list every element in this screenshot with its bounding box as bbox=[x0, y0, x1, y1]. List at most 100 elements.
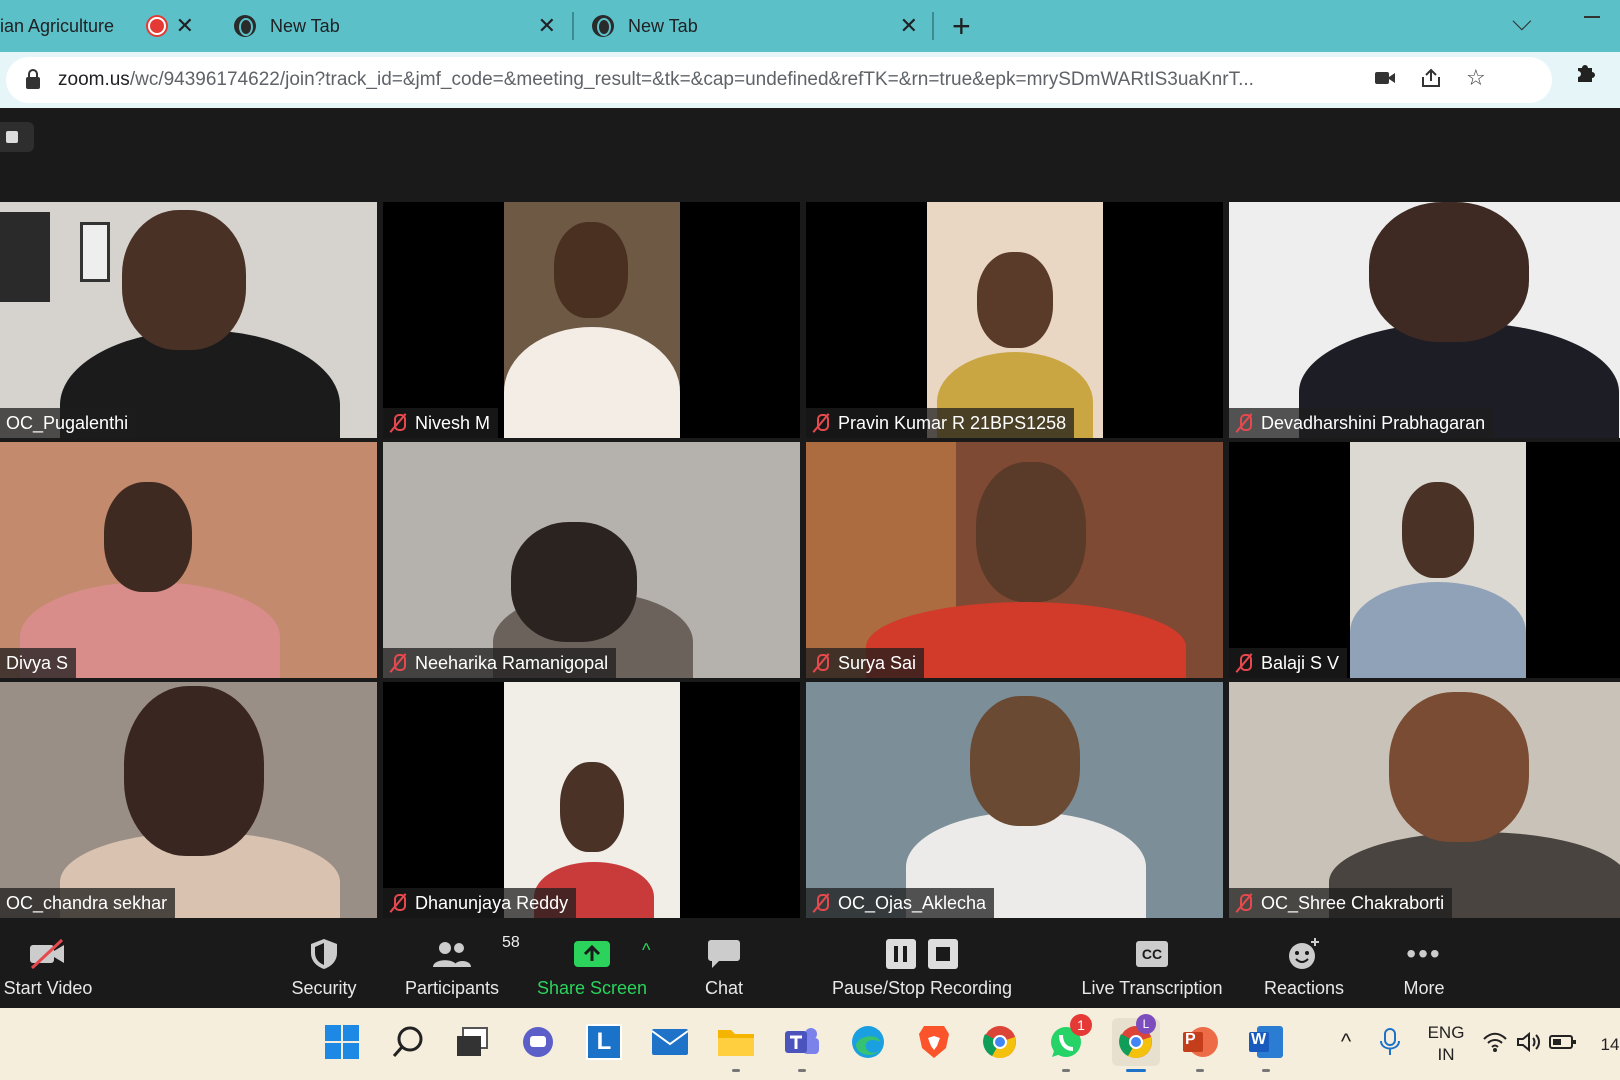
tab-close-button[interactable]: ✕ bbox=[176, 13, 194, 39]
browser-tab-bar: ian Agriculture ✕ New Tab ✕ New Tab ✕ + … bbox=[0, 0, 1620, 52]
video-off-icon bbox=[28, 932, 68, 976]
lock-icon[interactable] bbox=[26, 69, 40, 89]
tab-title: ian Agriculture bbox=[0, 15, 115, 36]
more-button[interactable]: ••• More bbox=[1376, 928, 1472, 1008]
camera-feed bbox=[1350, 442, 1526, 678]
video-tile[interactable]: Devadharshini Prabhagaran bbox=[1229, 202, 1620, 438]
battery-icon[interactable] bbox=[1548, 1022, 1578, 1062]
share-options-chevron-icon[interactable]: ^ bbox=[642, 940, 650, 961]
recording-indicator-icon bbox=[148, 17, 167, 35]
task-view-icon[interactable] bbox=[452, 1022, 492, 1062]
brave-browser-icon[interactable] bbox=[914, 1022, 954, 1062]
video-tile[interactable]: Balaji S V bbox=[1229, 442, 1620, 678]
reactions-button[interactable]: Reactions bbox=[1256, 928, 1352, 1008]
security-label: Security bbox=[291, 978, 357, 998]
pause-recording-icon[interactable] bbox=[886, 939, 916, 969]
chat-button[interactable]: Chat bbox=[676, 928, 772, 1008]
share-screen-button[interactable]: Share Screen bbox=[532, 928, 652, 1008]
chrome-profile-icon[interactable]: L bbox=[1112, 1014, 1160, 1072]
recording-controls[interactable]: Pause/Stop Recording bbox=[820, 928, 1024, 1008]
video-tile[interactable]: OC_Shree Chakraborti bbox=[1229, 682, 1620, 918]
muted-mic-icon bbox=[1235, 653, 1253, 673]
muted-mic-icon bbox=[812, 413, 830, 433]
start-video-label: Start Video bbox=[3, 978, 93, 998]
edge-browser-icon[interactable] bbox=[848, 1022, 888, 1062]
bookmark-star-icon[interactable]: ☆ bbox=[1466, 65, 1486, 91]
powerpoint-icon[interactable]: P bbox=[1180, 1022, 1220, 1072]
participants-icon bbox=[433, 942, 471, 967]
whatsapp-icon[interactable]: 1 bbox=[1046, 1014, 1092, 1072]
video-tile[interactable]: OC_Ojas_Aklecha bbox=[806, 682, 1223, 918]
participant-name: Dhanunjaya Reddy bbox=[415, 892, 569, 913]
microsoft-teams-icon[interactable] bbox=[782, 1022, 822, 1072]
teams-chat-icon[interactable] bbox=[518, 1022, 558, 1062]
extensions-puzzle-icon[interactable] bbox=[1574, 60, 1598, 91]
muted-mic-icon bbox=[389, 413, 407, 433]
clock[interactable]: 14 bbox=[1600, 1034, 1620, 1056]
video-tile[interactable]: OC_Pugalenthi bbox=[0, 202, 377, 438]
chrome-browser-icon[interactable] bbox=[980, 1022, 1020, 1062]
view-toggle-button[interactable] bbox=[0, 122, 34, 152]
running-indicator bbox=[798, 1069, 806, 1072]
participant-name: Nivesh M bbox=[415, 412, 491, 433]
participant-name: Balaji S V bbox=[1261, 652, 1340, 673]
muted-mic-icon bbox=[389, 653, 407, 673]
participants-count: 58 bbox=[502, 934, 520, 951]
stop-recording-icon[interactable] bbox=[928, 939, 958, 969]
share-screen-icon bbox=[573, 932, 611, 976]
video-tile[interactable]: Pravin Kumar R 21BPS1258 bbox=[806, 202, 1223, 438]
globe-icon bbox=[234, 15, 256, 37]
share-icon[interactable] bbox=[1420, 67, 1442, 95]
word-icon[interactable]: W bbox=[1246, 1022, 1286, 1072]
tab-new-tab-2[interactable]: New Tab ✕ bbox=[574, 0, 932, 52]
chat-bubble-icon bbox=[707, 932, 741, 976]
video-tile[interactable]: Dhanunjaya Reddy bbox=[383, 682, 800, 918]
mail-icon[interactable] bbox=[650, 1022, 690, 1062]
participant-name: Pravin Kumar R 21BPS1258 bbox=[838, 412, 1067, 433]
tab-close-button[interactable]: ✕ bbox=[900, 13, 918, 39]
tab-new-tab-1[interactable]: New Tab ✕ bbox=[212, 0, 570, 52]
camera-permission-icon[interactable] bbox=[1374, 67, 1396, 93]
windows-start-icon[interactable] bbox=[322, 1022, 362, 1062]
globe-icon bbox=[592, 15, 614, 37]
omnibox[interactable]: zoom.us/wc/94396174622/join?track_id=&jm… bbox=[6, 57, 1552, 103]
volume-icon[interactable] bbox=[1514, 1022, 1544, 1062]
url-text[interactable]: zoom.us/wc/94396174622/join?track_id=&jm… bbox=[58, 69, 1418, 91]
wifi-icon[interactable] bbox=[1480, 1022, 1510, 1062]
new-tab-button[interactable]: + bbox=[952, 8, 971, 45]
running-indicator bbox=[1062, 1069, 1070, 1072]
live-transcription-button[interactable]: CC Live Transcription bbox=[1074, 928, 1230, 1008]
smiley-add-icon bbox=[1287, 932, 1321, 976]
video-tile[interactable]: Divya S bbox=[0, 442, 377, 678]
system-tray-chevron-icon[interactable]: ^ bbox=[1326, 1022, 1366, 1062]
security-button[interactable]: Security bbox=[276, 928, 372, 1008]
notification-badge: 1 bbox=[1070, 1014, 1092, 1036]
start-video-button[interactable]: Start Video bbox=[0, 928, 96, 1008]
launcher-l-icon[interactable]: L bbox=[584, 1022, 624, 1062]
minimize-button[interactable] bbox=[1584, 16, 1600, 18]
language-indicator[interactable]: ENG IN bbox=[1418, 1022, 1474, 1066]
zoom-meeting-area: OC_Pugalenthi Nivesh M Pravin Kumar R 21… bbox=[0, 108, 1620, 1008]
participants-button[interactable]: 58 Participants bbox=[396, 928, 520, 1008]
file-explorer-icon[interactable] bbox=[716, 1022, 756, 1072]
video-tile[interactable]: Neeharika Ramanigopal bbox=[383, 442, 800, 678]
tab-close-button[interactable]: ✕ bbox=[538, 13, 556, 39]
address-bar-row: zoom.us/wc/94396174622/join?track_id=&jm… bbox=[0, 52, 1620, 108]
cc-icon: CC bbox=[1135, 932, 1169, 976]
participant-name: OC_Ojas_Aklecha bbox=[838, 892, 987, 913]
muted-mic-icon bbox=[812, 893, 830, 913]
participant-name-label: Pravin Kumar R 21BPS1258 bbox=[806, 408, 1075, 438]
video-tile[interactable]: OC_chandra sekhar bbox=[0, 682, 377, 918]
running-indicator bbox=[732, 1069, 740, 1072]
microphone-icon[interactable] bbox=[1370, 1022, 1410, 1062]
url-host: zoom.us bbox=[58, 69, 130, 90]
video-tile[interactable]: Surya Sai bbox=[806, 442, 1223, 678]
tab-agriculture[interactable]: ian Agriculture ✕ bbox=[0, 0, 210, 52]
search-icon[interactable] bbox=[388, 1022, 428, 1062]
participant-name: OC_chandra sekhar bbox=[6, 892, 168, 913]
video-tile[interactable]: Nivesh M bbox=[383, 202, 800, 438]
shield-icon bbox=[309, 932, 339, 976]
tab-search-chevron-icon[interactable]: ⌵ bbox=[1512, 6, 1532, 38]
chat-label: Chat bbox=[704, 978, 744, 998]
cc-text: CC bbox=[1135, 941, 1169, 967]
